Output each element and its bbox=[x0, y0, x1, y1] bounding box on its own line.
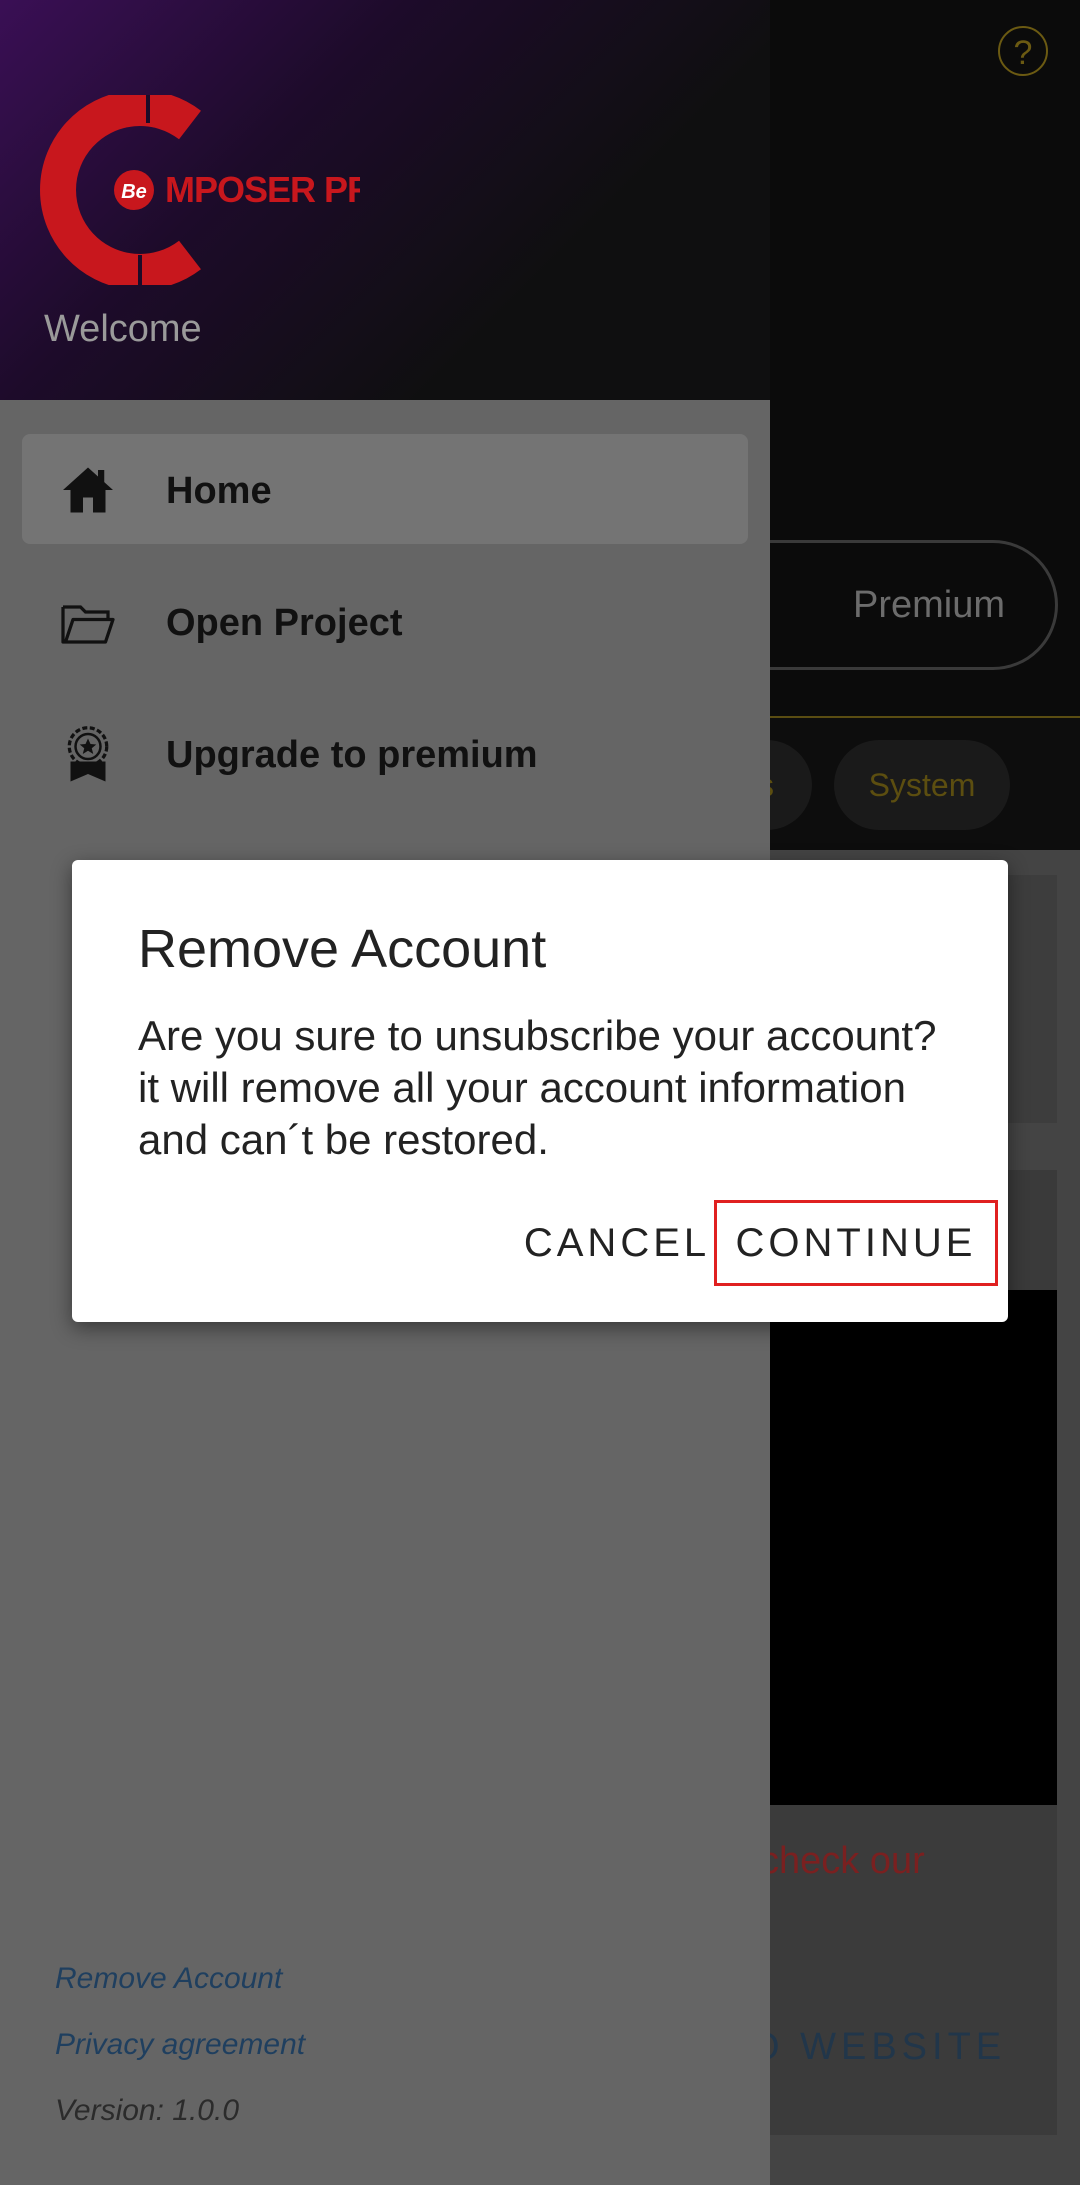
home-icon bbox=[63, 467, 113, 513]
dialog-message: Are you sure to unsubscribe your account… bbox=[138, 1012, 937, 1163]
dialog-title: Remove Account bbox=[138, 919, 547, 979]
logo-text: MPOSER PRO bbox=[165, 169, 360, 210]
drawer-item-label: Upgrade to premium bbox=[166, 734, 538, 776]
drawer-item-label: Home bbox=[166, 470, 272, 512]
help-icon[interactable]: ? bbox=[998, 26, 1048, 76]
logo-badge-text: Be bbox=[121, 181, 147, 203]
continue-button[interactable]: CONTINUE bbox=[714, 1200, 998, 1286]
welcome-text: Welcome bbox=[44, 308, 202, 350]
drawer-item-home[interactable]: Home bbox=[22, 434, 748, 544]
remove-account-link[interactable]: Remove Account bbox=[55, 1962, 282, 1996]
drawer-item-label: Open Project bbox=[166, 602, 403, 644]
premium-badge-icon bbox=[67, 726, 109, 782]
app-logo: Be MPOSER PRO bbox=[40, 95, 360, 285]
cancel-button[interactable]: CANCEL bbox=[510, 1200, 724, 1286]
media-preview bbox=[770, 1290, 1057, 1805]
folder-icon bbox=[61, 605, 115, 644]
category-chip-system[interactable]: System bbox=[834, 740, 1010, 830]
privacy-agreement-link[interactable]: Privacy agreement bbox=[55, 2028, 305, 2062]
drawer-item-upgrade[interactable]: Upgrade to premium bbox=[22, 698, 748, 808]
drawer-item-open-project[interactable]: Open Project bbox=[22, 566, 748, 676]
remove-account-dialog: Remove Account Are you sure to unsubscri… bbox=[72, 860, 1008, 1322]
version-text: Version: 1.0.0 bbox=[55, 2094, 239, 2127]
go-website-link[interactable]: O WEBSITE bbox=[750, 2026, 1006, 2069]
drawer-header: Be MPOSER PRO Welcome bbox=[0, 0, 770, 400]
check-website-text: check our bbox=[760, 1840, 925, 1882]
